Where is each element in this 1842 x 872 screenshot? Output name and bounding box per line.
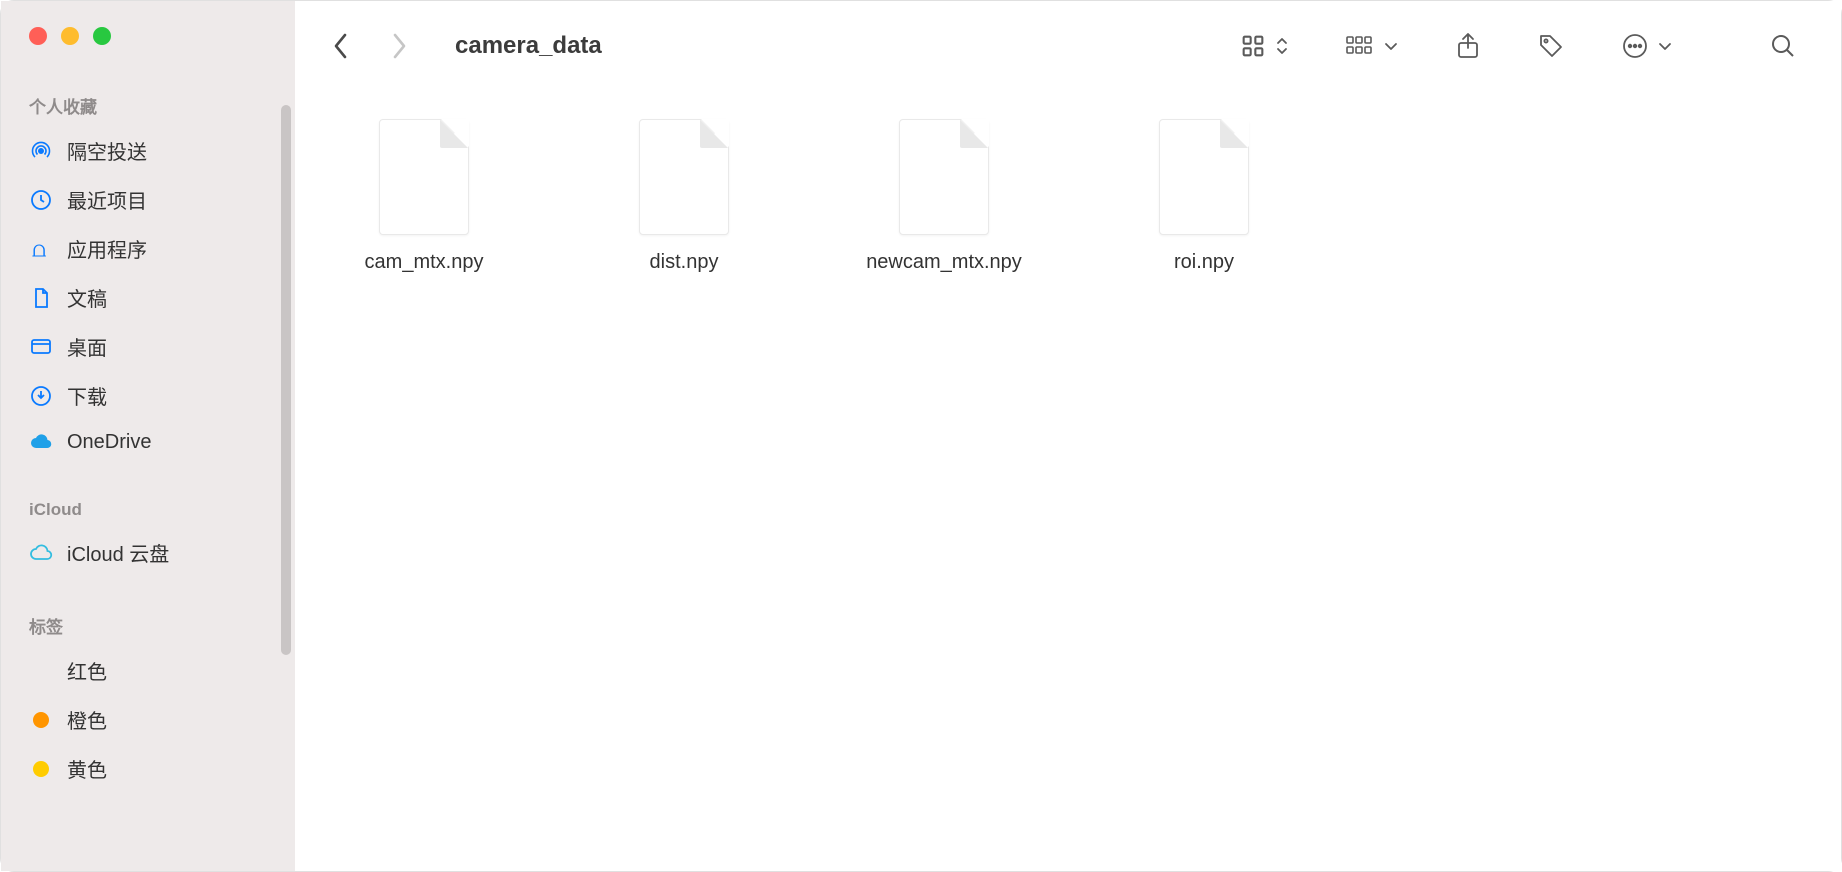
file-grid: cam_mtx.npy dist.npy newcam_mtx.npy roi.… bbox=[295, 91, 1841, 871]
sidebar-section-header: iCloud bbox=[1, 492, 295, 528]
search-button[interactable] bbox=[1769, 32, 1797, 60]
sidebar-item-icloud-drive[interactable]: iCloud 云盘 bbox=[1, 528, 295, 577]
grid-view-icon bbox=[1239, 32, 1267, 60]
file-icon bbox=[899, 119, 989, 235]
toolbar: camera_data bbox=[295, 1, 1841, 91]
sidebar-item-label: 黄色 bbox=[67, 754, 107, 783]
file-name-label: cam_mtx.npy bbox=[365, 251, 484, 274]
sidebar-item-label: 橙色 bbox=[67, 705, 107, 734]
sidebar-item-label: 红色 bbox=[67, 656, 107, 685]
sidebar-item-label: 文稿 bbox=[67, 283, 107, 312]
group-by-button[interactable] bbox=[1345, 34, 1399, 58]
page-title: camera_data bbox=[455, 32, 602, 60]
share-button[interactable] bbox=[1455, 31, 1481, 61]
sidebar-item-tag-red[interactable]: 红色 bbox=[1, 646, 295, 695]
file-icon bbox=[1159, 119, 1249, 235]
sidebar-scrollbar[interactable] bbox=[281, 105, 291, 655]
tag-dot-icon bbox=[29, 659, 53, 683]
clock-icon bbox=[29, 188, 53, 212]
sidebar-item-documents[interactable]: 文稿 bbox=[1, 273, 295, 322]
sidebar-item-tag-yellow[interactable]: 黄色 bbox=[1, 744, 295, 793]
tag-dot-icon bbox=[29, 757, 53, 781]
view-icon-group[interactable] bbox=[1239, 32, 1289, 60]
chevron-down-icon bbox=[1383, 38, 1399, 54]
file-name-label: newcam_mtx.npy bbox=[866, 251, 1022, 274]
desktop-icon bbox=[29, 335, 53, 359]
updown-chevron-icon bbox=[1275, 34, 1289, 58]
file-item[interactable]: dist.npy bbox=[599, 119, 769, 274]
window-close-button[interactable] bbox=[29, 27, 47, 45]
more-circle-icon bbox=[1621, 32, 1649, 60]
sidebar-item-label: 应用程序 bbox=[67, 234, 147, 263]
tags-button[interactable] bbox=[1537, 32, 1565, 60]
tag-dot-icon bbox=[29, 708, 53, 732]
file-icon bbox=[379, 119, 469, 235]
sidebar-section-header: 个人收藏 bbox=[1, 85, 295, 126]
nav-forward-button[interactable] bbox=[387, 28, 411, 64]
window-traffic-lights bbox=[1, 27, 295, 45]
apps-icon: ⩍ bbox=[29, 237, 53, 261]
sidebar-item-desktop[interactable]: 桌面 bbox=[1, 322, 295, 371]
airdrop-icon bbox=[29, 139, 53, 163]
document-icon bbox=[29, 286, 53, 310]
cloud-icon bbox=[29, 541, 53, 565]
sidebar-item-label: 最近项目 bbox=[67, 185, 147, 214]
file-name-label: roi.npy bbox=[1174, 251, 1234, 274]
file-item[interactable]: newcam_mtx.npy bbox=[859, 119, 1029, 274]
sidebar-item-onedrive[interactable]: OneDrive bbox=[1, 420, 295, 464]
file-item[interactable]: roi.npy bbox=[1119, 119, 1289, 274]
window-maximize-button[interactable] bbox=[93, 27, 111, 45]
window-minimize-button[interactable] bbox=[61, 27, 79, 45]
sidebar-item-label: iCloud 云盘 bbox=[67, 538, 169, 567]
download-icon bbox=[29, 384, 53, 408]
file-name-label: dist.npy bbox=[650, 251, 719, 274]
sidebar: 个人收藏 隔空投送 最近项目 ⩍ 应用程序 文稿 bbox=[1, 1, 295, 871]
sidebar-item-applications[interactable]: ⩍ 应用程序 bbox=[1, 224, 295, 273]
file-icon bbox=[639, 119, 729, 235]
group-grid-icon bbox=[1345, 34, 1375, 58]
sidebar-item-recents[interactable]: 最近项目 bbox=[1, 175, 295, 224]
sidebar-item-downloads[interactable]: 下载 bbox=[1, 371, 295, 420]
sidebar-item-airdrop[interactable]: 隔空投送 bbox=[1, 126, 295, 175]
file-item[interactable]: cam_mtx.npy bbox=[339, 119, 509, 274]
sidebar-item-label: OneDrive bbox=[67, 431, 151, 454]
sidebar-item-tag-orange[interactable]: 橙色 bbox=[1, 695, 295, 744]
nav-back-button[interactable] bbox=[329, 28, 353, 64]
sidebar-item-label: 隔空投送 bbox=[67, 136, 147, 165]
sidebar-item-label: 下载 bbox=[67, 381, 107, 410]
main-area: camera_data bbox=[295, 1, 1841, 871]
sidebar-item-label: 桌面 bbox=[67, 332, 107, 361]
svg-text:⩍: ⩍ bbox=[32, 237, 46, 261]
action-menu-button[interactable] bbox=[1621, 32, 1673, 60]
sidebar-section-header: 标签 bbox=[1, 605, 295, 646]
onedrive-cloud-icon bbox=[29, 430, 53, 454]
chevron-down-icon bbox=[1657, 38, 1673, 54]
